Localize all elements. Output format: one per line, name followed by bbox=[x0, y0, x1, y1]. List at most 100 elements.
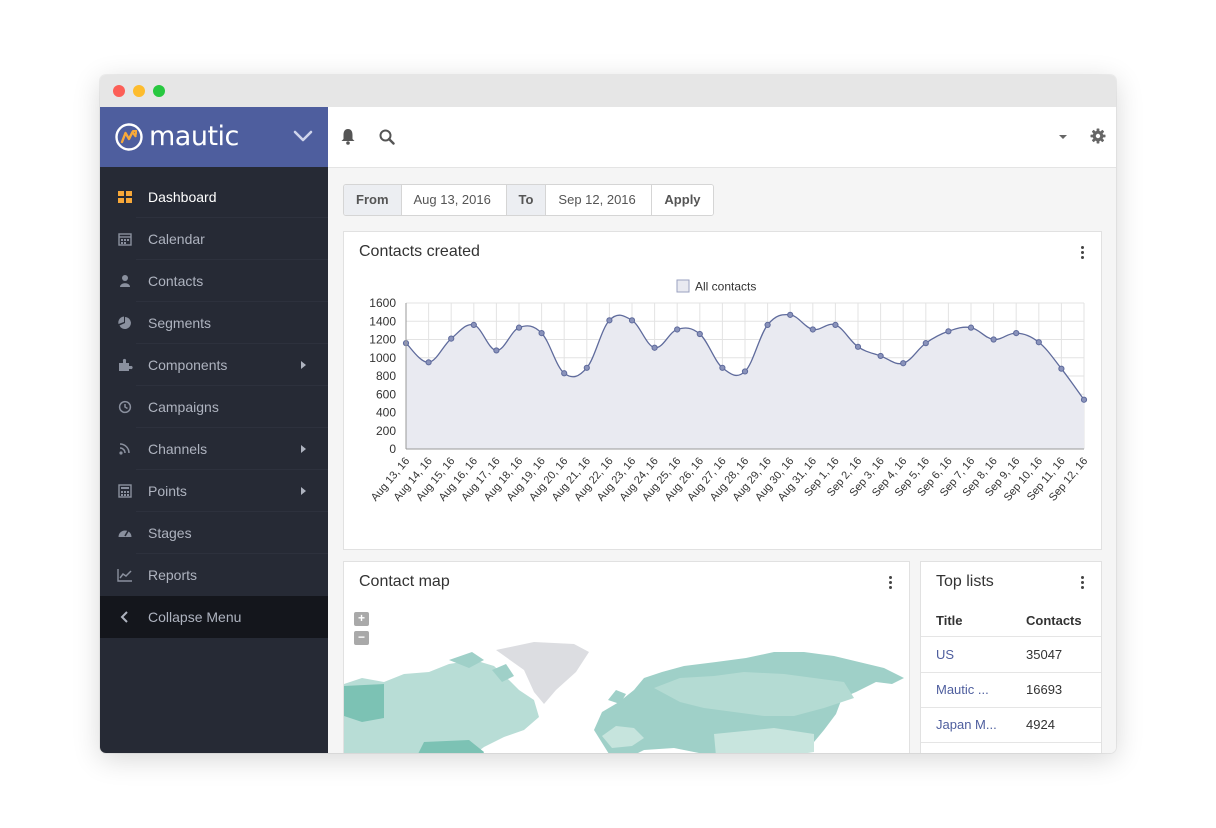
data-point bbox=[945, 328, 952, 335]
to-date-input[interactable]: Sep 12, 2016 bbox=[546, 185, 653, 215]
top-lists-panel: Top lists Title Contacts US 35047 Mautic… bbox=[920, 561, 1102, 753]
data-point bbox=[515, 324, 523, 331]
data-point bbox=[583, 364, 590, 371]
list-title-link[interactable]: Mautic ... bbox=[936, 682, 989, 697]
data-point bbox=[674, 326, 681, 333]
y-tick-label: 1600 bbox=[369, 296, 396, 310]
sidebar-item-label: Segments bbox=[148, 315, 212, 331]
collapse-menu-button[interactable]: Collapse Menu bbox=[100, 596, 328, 638]
data-point bbox=[628, 317, 636, 324]
data-point bbox=[606, 317, 613, 324]
date-range-filter: From Aug 13, 2016 To Sep 12, 2016 Apply bbox=[343, 184, 714, 216]
sidebar-item-stages[interactable]: Stages bbox=[100, 512, 328, 554]
map-zoom-in-button[interactable]: + bbox=[354, 612, 369, 626]
sidebar-item-points[interactable]: Points bbox=[100, 470, 328, 512]
data-point bbox=[787, 311, 794, 318]
brand-header[interactable]: mautic bbox=[100, 107, 328, 167]
table-row: Japan M... 4924 bbox=[921, 707, 1101, 743]
sidebar: mautic Dashboard Calendar Contacts Segme… bbox=[100, 107, 328, 753]
list-title-link[interactable]: US bbox=[936, 647, 954, 662]
data-point bbox=[990, 336, 997, 343]
data-point bbox=[1058, 365, 1065, 372]
data-point bbox=[538, 330, 545, 337]
to-label: To bbox=[506, 185, 547, 215]
y-tick-label: 200 bbox=[376, 424, 396, 438]
close-window-button[interactable] bbox=[113, 85, 125, 97]
y-tick-label: 0 bbox=[389, 442, 396, 456]
legend-label: All contacts bbox=[695, 280, 756, 294]
data-point bbox=[877, 352, 884, 360]
sidebar-item-components[interactable]: Components bbox=[100, 344, 328, 386]
search-icon[interactable] bbox=[379, 129, 395, 145]
gear-icon[interactable] bbox=[1090, 128, 1106, 144]
chevron-left-icon bbox=[120, 611, 128, 623]
y-tick-label: 1400 bbox=[369, 314, 396, 328]
rss-icon bbox=[119, 443, 130, 455]
collapse-menu-label: Collapse Menu bbox=[148, 609, 242, 625]
top-navbar bbox=[328, 107, 1116, 168]
bell-icon[interactable] bbox=[340, 128, 356, 145]
legend-swatch bbox=[676, 279, 690, 293]
data-point bbox=[719, 364, 726, 371]
sidebar-item-label: Stages bbox=[148, 525, 192, 541]
data-point bbox=[967, 324, 975, 331]
data-point bbox=[900, 360, 907, 367]
sidebar-item-channels[interactable]: Channels bbox=[100, 428, 328, 470]
from-label: From bbox=[344, 185, 402, 215]
sidebar-item-label: Channels bbox=[148, 441, 208, 457]
sidebar-item-label: Campaigns bbox=[148, 399, 219, 415]
list-count: 4924 bbox=[1026, 717, 1055, 732]
data-point bbox=[1035, 339, 1042, 346]
eurasia-region bbox=[594, 652, 904, 753]
sidebar-item-label: Reports bbox=[148, 567, 198, 583]
sidebar-item-label: Contacts bbox=[148, 273, 204, 289]
caret-right-icon bbox=[301, 487, 306, 495]
y-tick-label: 1000 bbox=[369, 351, 396, 365]
data-point bbox=[764, 321, 771, 329]
sidebar-item-campaigns[interactable]: Campaigns bbox=[100, 386, 328, 428]
browser-window: mautic Dashboard Calendar Contacts Segme… bbox=[100, 75, 1116, 753]
sidebar-item-calendar[interactable]: Calendar bbox=[100, 218, 328, 260]
apply-button[interactable]: Apply bbox=[652, 185, 713, 215]
calendar-icon bbox=[118, 233, 132, 246]
caret-right-icon bbox=[301, 445, 306, 453]
y-tick-label: 1200 bbox=[369, 333, 396, 347]
table-row: US 35047 bbox=[921, 637, 1101, 673]
panel-menu-icon[interactable] bbox=[889, 576, 893, 591]
mautic-logo-icon bbox=[115, 123, 143, 151]
sidebar-item-label: Calendar bbox=[148, 231, 205, 247]
title-bar bbox=[100, 75, 1116, 107]
pie-chart-icon bbox=[118, 316, 131, 329]
data-point bbox=[448, 335, 455, 342]
sidebar-item-contacts[interactable]: Contacts bbox=[100, 260, 328, 302]
sidebar-nav: Dashboard Calendar Contacts Segments Com… bbox=[100, 176, 328, 638]
dashboard-icon bbox=[118, 191, 132, 203]
sidebar-item-label: Points bbox=[148, 483, 187, 499]
data-point bbox=[425, 359, 432, 366]
y-tick-label: 400 bbox=[376, 406, 396, 420]
caret-right-icon bbox=[301, 361, 306, 369]
user-icon bbox=[120, 275, 130, 287]
sidebar-item-dashboard[interactable]: Dashboard bbox=[100, 176, 328, 218]
panel-menu-icon[interactable] bbox=[1081, 576, 1085, 591]
sidebar-item-segments[interactable]: Segments bbox=[100, 302, 328, 344]
calculator-icon bbox=[118, 484, 132, 498]
from-date-input[interactable]: Aug 13, 2016 bbox=[401, 185, 507, 215]
puzzle-icon bbox=[119, 358, 133, 371]
minimize-window-button[interactable] bbox=[133, 85, 145, 97]
contacts-created-panel: Contacts created 0 200 400 600 800 1000 1200 14… bbox=[343, 231, 1102, 550]
world-map[interactable] bbox=[344, 642, 909, 753]
chevron-down-icon[interactable] bbox=[293, 130, 313, 142]
list-title-link[interactable]: Japan M... bbox=[936, 717, 997, 732]
sidebar-item-reports[interactable]: Reports bbox=[100, 554, 328, 596]
contact-map-panel: Contact map + − bbox=[343, 561, 910, 753]
data-point bbox=[809, 326, 816, 333]
brand-name: mautic bbox=[149, 121, 239, 152]
data-point bbox=[561, 370, 568, 377]
data-point bbox=[854, 343, 862, 350]
data-point bbox=[1013, 330, 1020, 337]
maximize-window-button[interactable] bbox=[153, 85, 165, 97]
north-america-region bbox=[344, 652, 539, 753]
caret-down-icon[interactable] bbox=[1058, 134, 1068, 140]
y-tick-label: 800 bbox=[376, 369, 396, 383]
